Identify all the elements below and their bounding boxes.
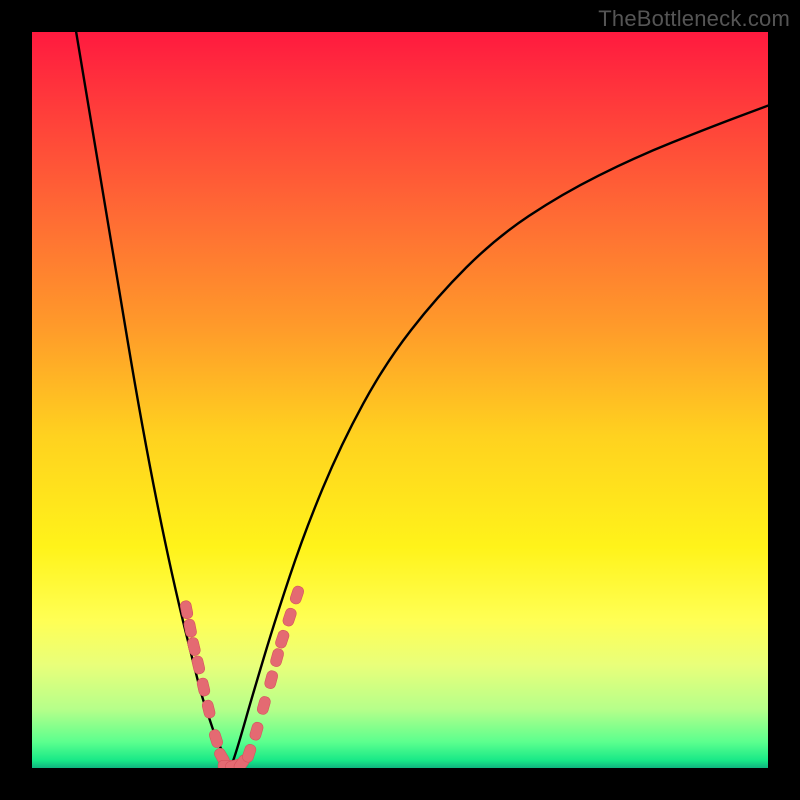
watermark-text: TheBottleneck.com (598, 6, 790, 32)
marker-group (179, 585, 305, 768)
curve-marker (289, 585, 305, 606)
curve-marker (249, 721, 265, 741)
curve-marker (191, 655, 206, 675)
curve-marker (274, 629, 290, 650)
curve-marker (282, 607, 298, 628)
curve-marker (256, 695, 272, 715)
curve-marker (196, 677, 211, 697)
curve-left-branch (76, 32, 231, 768)
curve-marker (264, 670, 279, 690)
curve-marker (186, 637, 201, 657)
curve-right-branch (231, 106, 768, 768)
curve-marker (269, 647, 284, 667)
curve-layer (32, 32, 768, 768)
curve-marker (201, 699, 216, 719)
chart-stage: TheBottleneck.com (0, 0, 800, 800)
plot-area (32, 32, 768, 768)
curve-marker (208, 728, 224, 748)
curve-marker (241, 743, 257, 764)
